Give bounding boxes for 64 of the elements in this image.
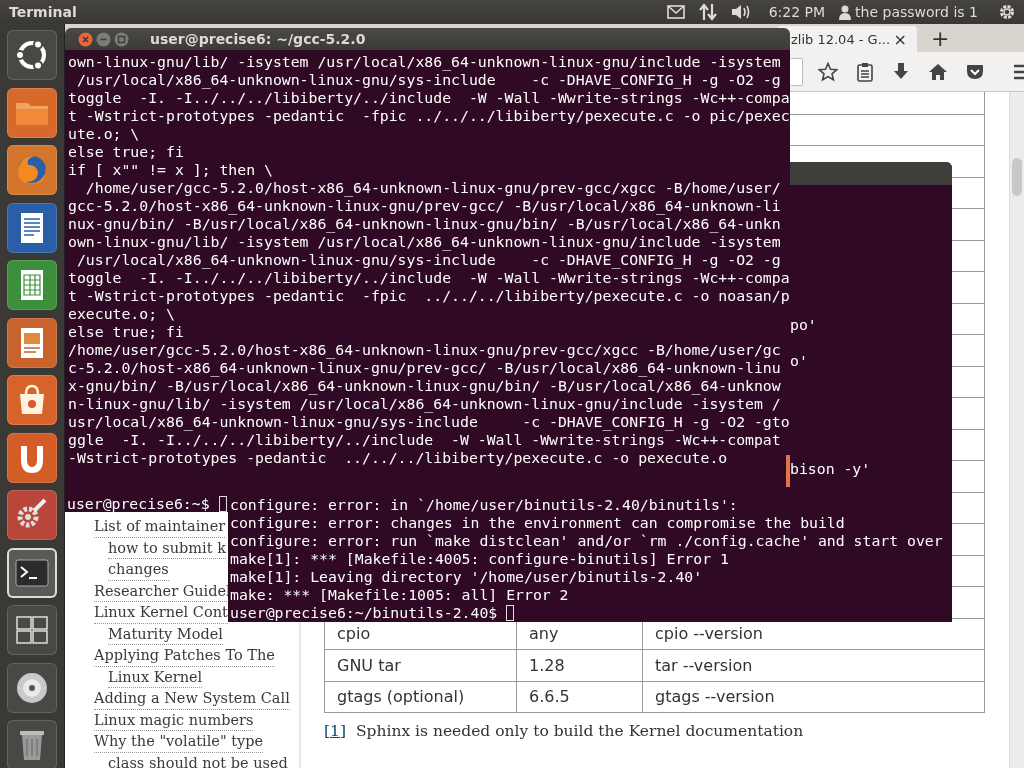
sidebar-link[interactable]: List of maintainer bbox=[94, 516, 226, 538]
sidebar-link[interactable]: Applying Patches To The bbox=[94, 645, 275, 667]
terminal-line: execute.o; \ bbox=[68, 305, 175, 323]
sidebar-link[interactable]: changes bbox=[108, 559, 169, 581]
terminal-line: ggle -I. -I../../../libiberty/../include -W -Wall -Wwrite-strings -Wc++-compat bbox=[68, 431, 781, 449]
tab-title: zlib 12.04 - G... bbox=[791, 31, 891, 47]
terminal-line: configure: error: run `make distclean' and/or `rm ./config.cache' and start over bbox=[230, 532, 943, 550]
terminal-line: make[1]: Leaving directory '/home/user/binutils-2.40' bbox=[230, 568, 703, 586]
terminal-line: make: *** [Makefile:1005: all] Error 2 bbox=[230, 586, 569, 604]
new-tab-button[interactable]: + bbox=[927, 26, 954, 52]
terminal-line: else true; fi bbox=[68, 143, 184, 161]
terminal-line: usr/local/x86_64-unknown-linux-gnu/sys-include -c -DHAVE_CONFIG_H -g -O2 -gto bbox=[68, 413, 790, 431]
sidebar-link[interactable]: Linux Kernel Cont bbox=[94, 602, 228, 624]
terminal-line: ute.o; \ bbox=[68, 125, 140, 143]
terminal-line: /home/user/gcc-5.2.0/host-x86_64-unknown-linux-gnu/prev-gcc/xgcc -B/home/user/ bbox=[84, 179, 781, 197]
terminal-line: own-linux-gnu/lib/ -isystem /usr/local/x86_64-unknown-linux-gnu/include -isystem bbox=[68, 53, 781, 71]
terminal-line: toggle -I. -I../../../libiberty/../include -W -Wall -Wwrite-strings -Wc++-compa bbox=[68, 89, 790, 107]
terminal-line: configure: error: changes in the environment can compromise the build bbox=[230, 514, 845, 532]
app-title: Terminal bbox=[9, 4, 77, 20]
terminal-line: po' bbox=[790, 316, 817, 334]
terminal-line: nux-gnu/bin/ -B/usr/local/x86_64-unknown-linux-gnu/bin/ -B/usr/local/x86_64-unkn bbox=[68, 215, 781, 233]
table-cell: gtags (optional) bbox=[337, 687, 465, 707]
terminal-line: -Wstrict-prototypes -pedantic ../../../libiberty/pexecute.c -o pexecute.o bbox=[68, 449, 728, 467]
sidebar-link[interactable]: class should not be used bbox=[108, 752, 288, 768]
table-cell: any bbox=[529, 624, 559, 644]
terminal-line: t -Wstrict-prototypes -pedantic -fpic ../../../libiberty/pexecute.c -o noasan/p bbox=[68, 287, 790, 305]
terminal-line: t -Wstrict-prototypes -pedantic -fpic ../../../libiberty/pexecute.c -o pic/pexec bbox=[68, 107, 790, 125]
terminal-line: x-gnu/bin/ -B/usr/local/x86_64-unknown-linux-gnu/bin/ -B/usr/local/x86_64-unknow bbox=[68, 377, 781, 395]
table-cell: 1.28 bbox=[529, 655, 565, 675]
sidebar-link[interactable]: Linux magic numbers bbox=[94, 709, 254, 731]
terminal-line: /usr/local/x86_64-unknown-linux-gnu/sys-include -c -DHAVE_CONFIG_H -g -O2 -g bbox=[75, 251, 781, 269]
window-title: user@precise6: ~/gcc-5.2.0 bbox=[150, 31, 366, 47]
table-cell: GNU tar bbox=[337, 655, 401, 675]
terminal-line: o' bbox=[790, 352, 808, 370]
terminal-line: own-linux-gnu/lib/ -isystem /usr/local/x86_64-unknown-linux-gnu/include -isystem bbox=[68, 233, 781, 251]
terminal-line: else true; fi bbox=[68, 323, 184, 341]
browser-tab[interactable]: zlib 12.04 - G... × bbox=[777, 26, 917, 52]
table-cell: gtags --version bbox=[655, 687, 775, 707]
table-cell: tar --version bbox=[655, 655, 753, 675]
user-name[interactable]: the password is 1 bbox=[855, 4, 978, 20]
table-cell: 6.6.5 bbox=[529, 687, 570, 707]
sidebar-link[interactable]: Linux Kernel bbox=[108, 666, 203, 688]
terminal-line: /home/user/gcc-5.2.0/host-x86_64-unknown-linux-gnu/prev-gcc/xgcc -B/home/user/gc bbox=[68, 341, 781, 359]
terminal-line: bison -y' bbox=[790, 460, 871, 478]
tab-close-button[interactable]: × bbox=[893, 29, 907, 49]
terminal-line: /usr/local/x86_64-unknown-linux-gnu/sys-include -c -DHAVE_CONFIG_H -g -O2 -g bbox=[75, 71, 781, 89]
footnote-link[interactable]: [1] bbox=[324, 722, 346, 740]
sidebar-link[interactable]: Maturity Model bbox=[108, 623, 223, 645]
terminal-line: make[1]: *** [Makefile:4005: configure-binutils] Error 1 bbox=[230, 550, 729, 568]
terminal-line: user@precise6:~$ bbox=[67, 494, 210, 513]
terminal-line: n-linux-gnu/lib/ -isystem /usr/local/x86_64-unknown-linux-gnu/include -isystem / bbox=[68, 395, 781, 413]
terminal-line: if [ x"" != x ]; then \ bbox=[68, 161, 273, 179]
terminal-line: toggle -I. -I../../../libiberty/../include -W -Wall -Wwrite-strings -Wc++-compa bbox=[68, 269, 790, 287]
table-cell: cpio --version bbox=[655, 624, 763, 644]
terminal-line: gcc-5.2.0/host-x86_64-unknown-linux-gnu/prev-gcc/ -B/usr/local/x86_64-unknown-li bbox=[68, 197, 781, 215]
terminal-line: user@precise6:~/binutils-2.40$ bbox=[230, 604, 498, 622]
table-cell: cpio bbox=[337, 624, 371, 644]
sidebar-link[interactable]: Adding a New System Call bbox=[94, 688, 290, 710]
clock[interactable]: 6:22 PM bbox=[768, 4, 826, 20]
terminal-line: configure: error: in `/home/user/binutils-2.40/binutils': bbox=[230, 496, 738, 514]
terminal-line: c-5.2.0/host-x86_64-unknown-linux-gnu/prev-gcc/ -B/usr/local/x86_64-unknown-linu bbox=[68, 359, 781, 377]
sidebar-link[interactable]: Why the "volatile" type bbox=[94, 731, 264, 753]
footnote-text: Sphinx is needed only to build the Kernel documentation bbox=[355, 722, 804, 740]
sidebar-link[interactable]: how to submit k bbox=[108, 537, 226, 559]
